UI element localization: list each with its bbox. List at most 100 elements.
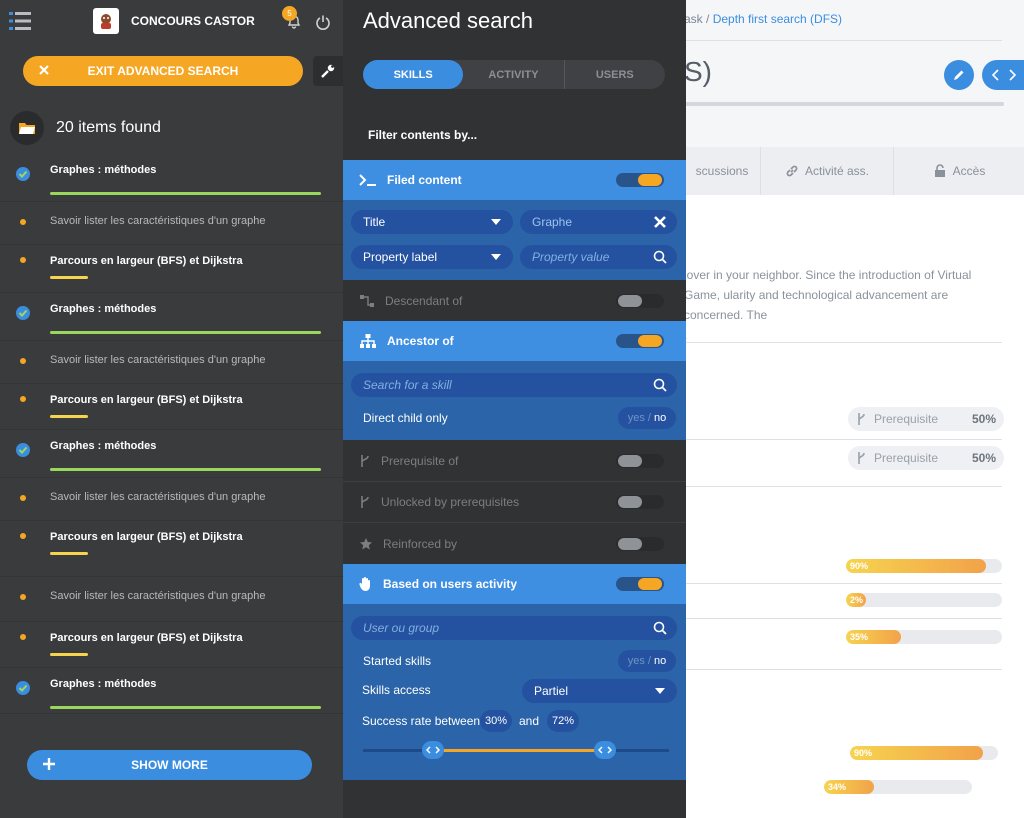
list-item[interactable]: Savoir lister les caractéristiques d'un …: [0, 202, 343, 245]
clear-icon[interactable]: [653, 215, 667, 229]
list-item[interactable]: Graphes : méthodes: [0, 293, 343, 341]
ancestor-section[interactable]: Ancestor of: [343, 321, 686, 361]
filed-content-section[interactable]: Filed content: [343, 160, 686, 200]
exit-advanced-search-button[interactable]: EXIT ADVANCED SEARCH: [23, 56, 303, 86]
reinforced-toggle[interactable]: [616, 536, 664, 551]
list-item-label: Savoir lister les caractéristiques d'un …: [50, 354, 266, 366]
list-item[interactable]: Parcours en largeur (BFS) et Dijkstra: [0, 245, 343, 293]
unlocked-toggle[interactable]: [616, 495, 664, 509]
field-value-input[interactable]: Graphe: [520, 210, 677, 234]
list-item[interactable]: Savoir lister les caractéristiques d'un …: [0, 577, 343, 622]
caret-down-icon: [491, 219, 501, 225]
progress-fill: 90%: [846, 559, 987, 573]
breadcrumb-link[interactable]: Depth first search (DFS): [713, 12, 842, 26]
skills-access-label: Skills access: [362, 683, 431, 697]
chevron-left-icon[interactable]: [991, 69, 1001, 81]
prerequisite-tag[interactable]: Prerequisite 50%: [848, 407, 1004, 431]
check-icon: [16, 443, 30, 457]
direct-child-switch[interactable]: yes / no: [618, 407, 676, 429]
list-item-label: Graphes : méthodes: [50, 164, 157, 176]
toggle-knob: [618, 294, 642, 307]
tab-activity[interactable]: ACTIVITY: [463, 60, 563, 89]
divider: [684, 486, 1002, 487]
check-icon: [16, 306, 30, 320]
list-item[interactable]: Parcours en largeur (BFS) et Dijkstra: [0, 521, 343, 577]
notification-badge: 5: [282, 6, 297, 21]
divider: [684, 669, 1002, 670]
skill-search-input[interactable]: Search for a skill: [351, 373, 677, 397]
started-skills-switch[interactable]: yes / no: [618, 650, 676, 672]
folder-icon-wrap: [10, 111, 44, 145]
filed-content-toggle[interactable]: [616, 173, 664, 187]
success-min-value[interactable]: 30%: [480, 710, 512, 732]
divider: [684, 583, 1002, 584]
status-dot-icon: [16, 529, 30, 543]
users-activity-toggle[interactable]: [616, 577, 664, 591]
chevron-right-icon[interactable]: [1007, 69, 1017, 81]
list-item[interactable]: Savoir lister les caractéristiques d'un …: [0, 341, 343, 384]
list-item-label: Graphes : méthodes: [50, 303, 157, 315]
slider-min-handle[interactable]: [422, 741, 444, 759]
success-max-value[interactable]: 72%: [547, 710, 579, 732]
search-icon[interactable]: [653, 250, 667, 264]
menu-icon[interactable]: [9, 11, 31, 31]
descendant-section[interactable]: Descendant of: [343, 280, 686, 321]
property-value-input[interactable]: Property value: [520, 245, 677, 269]
nav-arrows[interactable]: [982, 60, 1024, 90]
item-progress-bar: [50, 653, 88, 656]
status-dot-icon: [16, 354, 30, 368]
prerequisite-tag[interactable]: Prerequisite 50%: [848, 446, 1004, 470]
property-select[interactable]: Property label: [351, 245, 513, 269]
edit-button[interactable]: [944, 60, 974, 90]
prerequisite-section[interactable]: Prerequisite of: [343, 440, 686, 481]
castor-logo: [93, 8, 119, 34]
branch-icon: [361, 454, 369, 467]
skills-access-select[interactable]: Partiel: [522, 679, 677, 703]
left-panel: CONCOURS CASTOR 5 EXIT ADVANCED SEARCH 2…: [0, 0, 343, 818]
list-item-label: Parcours en largeur (BFS) et Dijkstra: [50, 394, 243, 406]
list-item[interactable]: Graphes : méthodes: [0, 668, 343, 714]
success-rate-slider[interactable]: [363, 749, 669, 752]
tab-acces[interactable]: Accès: [893, 147, 1024, 195]
divider: [684, 342, 1002, 343]
list-item[interactable]: Parcours en largeur (BFS) et Dijkstra: [0, 622, 343, 668]
list-item-label: Savoir lister les caractéristiques d'un …: [50, 491, 266, 503]
list-item[interactable]: Savoir lister les caractéristiques d'un …: [0, 478, 343, 521]
tools-button[interactable]: [313, 56, 343, 86]
status-dot-icon: [16, 590, 30, 604]
list-item[interactable]: Graphes : méthodes: [0, 154, 343, 202]
prerequisite-toggle[interactable]: [616, 453, 664, 468]
slider-max-handle[interactable]: [594, 741, 616, 759]
item-progress-bar: [50, 192, 321, 195]
list-item[interactable]: Parcours en largeur (BFS) et Dijkstra: [0, 384, 343, 430]
and-label: and: [519, 714, 540, 728]
reinforced-section[interactable]: Reinforced by: [343, 523, 686, 564]
tab-activite[interactable]: Activité ass.: [760, 147, 893, 195]
branch-icon: [858, 413, 865, 425]
breadcrumb: ask / Depth first search (DFS): [684, 12, 843, 26]
tab-skills[interactable]: SKILLS: [363, 60, 464, 89]
search-icon[interactable]: [653, 378, 667, 392]
item-progress-bar: [50, 276, 88, 279]
drag-arrows-icon: [426, 746, 440, 754]
show-more-button[interactable]: SHOW MORE: [27, 750, 312, 780]
caret-down-icon: [491, 254, 501, 260]
tab-users[interactable]: USERS: [563, 60, 665, 89]
drag-arrows-icon: [598, 746, 612, 754]
descendant-toggle[interactable]: [616, 293, 664, 308]
tab-discussions[interactable]: scussions: [684, 147, 760, 195]
search-icon[interactable]: [653, 621, 667, 635]
power-icon[interactable]: [315, 14, 331, 30]
user-group-input[interactable]: User ou group: [351, 616, 677, 640]
list-item[interactable]: Graphes : méthodes: [0, 430, 343, 478]
page-tabs: scussions Activité ass. Accès: [684, 147, 1024, 195]
users-activity-section[interactable]: Based on users activity: [343, 564, 686, 604]
unlocked-section[interactable]: Unlocked by prerequisites: [343, 482, 686, 522]
item-progress-bar: [50, 552, 88, 555]
list-item-label: Savoir lister les caractéristiques d'un …: [50, 590, 266, 602]
progress-fill: 2%: [846, 593, 867, 607]
hierarchy-icon: [360, 294, 374, 307]
hand-icon: [359, 577, 370, 591]
field-select[interactable]: Title: [351, 210, 513, 234]
ancestor-toggle[interactable]: [616, 334, 664, 348]
